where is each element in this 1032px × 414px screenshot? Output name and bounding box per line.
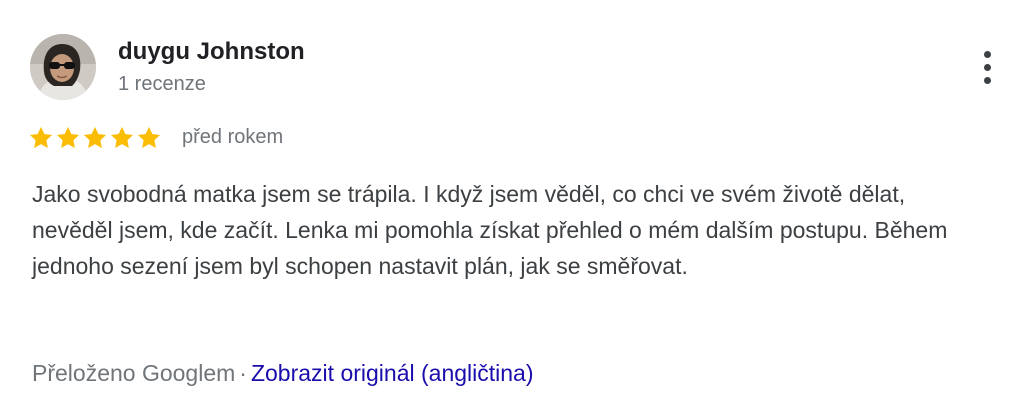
- author-name[interactable]: duygu Johnston: [118, 38, 305, 66]
- review-card: duygu Johnston 1 recenze před rokem Jako…: [0, 0, 1032, 414]
- more-options-button[interactable]: [972, 46, 1004, 88]
- more-vert-icon: [984, 51, 991, 58]
- separator: ·: [239, 360, 247, 386]
- review-date: před rokem: [182, 126, 284, 148]
- avatar[interactable]: [30, 34, 96, 100]
- star-rating: [28, 124, 163, 152]
- star-icon: [137, 126, 161, 148]
- star-icon: [56, 126, 80, 148]
- star-icon: [83, 126, 107, 148]
- star-icon: [110, 126, 134, 148]
- translated-by-label: Přeloženo Googlem: [32, 360, 236, 386]
- star-icon: [29, 126, 53, 148]
- more-vert-icon: [984, 64, 991, 71]
- review-text: Jako svobodná matka jsem se trápila. I k…: [32, 181, 948, 279]
- more-vert-icon: [984, 77, 991, 84]
- show-original-link[interactable]: Zobrazit originál (angličtina): [251, 360, 534, 386]
- avatar-photo: [30, 34, 96, 100]
- review-count: 1 recenze: [118, 73, 206, 95]
- translation-row: Přeloženo Googlem · Zobrazit originál (ang…: [32, 357, 533, 389]
